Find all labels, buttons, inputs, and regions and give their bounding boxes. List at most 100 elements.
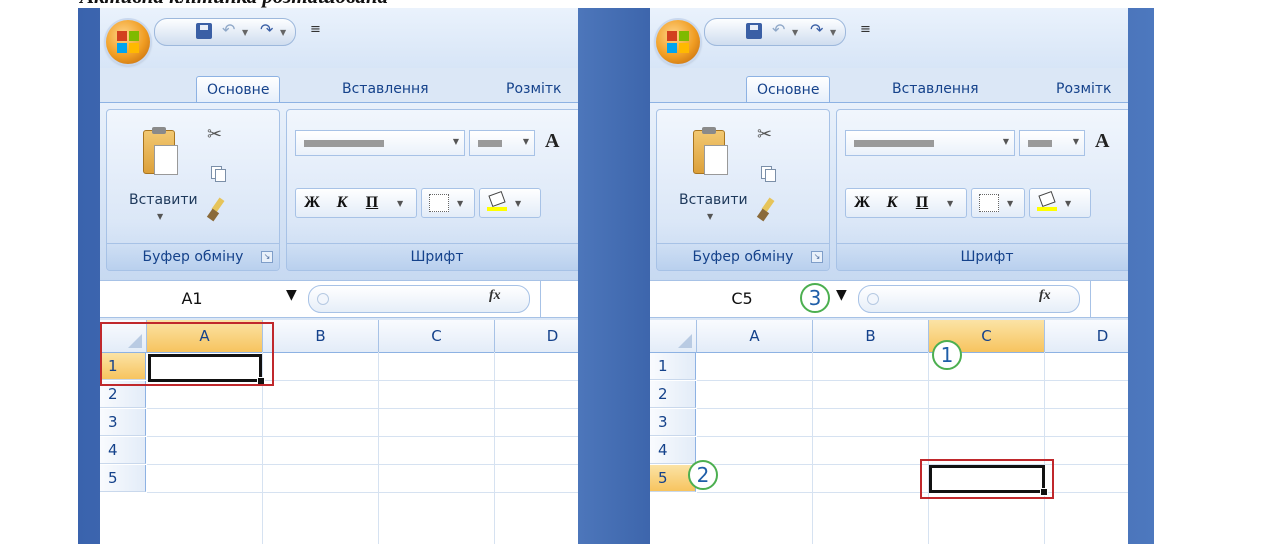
select-all-button[interactable]: [650, 320, 697, 353]
borders-dropdown-icon[interactable]: ▼: [1007, 199, 1013, 208]
callout-1: 1: [932, 340, 962, 370]
font-size-combo[interactable]: ▼: [1019, 130, 1085, 156]
copy-icon[interactable]: [211, 166, 226, 182]
row-header-5[interactable]: 5: [100, 465, 146, 492]
formula-bar: C5 3 ▼ fx: [650, 280, 1128, 318]
fill-color-dropdown-icon[interactable]: ▼: [515, 199, 521, 208]
formula-input[interactable]: fx: [858, 285, 1080, 313]
borders-icon[interactable]: [979, 194, 999, 212]
clipboard-group: Вставити ▼ ✂ Буфер обміну ↘: [106, 109, 280, 271]
underline-dropdown-icon[interactable]: ▼: [947, 199, 953, 208]
underline-button[interactable]: П: [359, 190, 385, 216]
tab-insert[interactable]: Вставлення: [882, 76, 989, 102]
bold-button[interactable]: Ж: [849, 190, 875, 216]
save-icon[interactable]: [746, 23, 762, 39]
font-size-combo[interactable]: ▼: [469, 130, 535, 156]
font-name-combo[interactable]: ▼: [845, 130, 1015, 156]
fill-color-icon[interactable]: [487, 190, 507, 211]
insert-function-icon[interactable]: fx: [489, 288, 501, 304]
redo-dropdown-icon[interactable]: ▼: [280, 28, 286, 37]
tab-home[interactable]: Основне: [196, 76, 281, 103]
redo-icon[interactable]: ↷: [260, 20, 273, 39]
paste-dropdown-icon[interactable]: ▼: [707, 212, 713, 221]
column-header-b[interactable]: B: [813, 320, 929, 353]
formula-input[interactable]: fx: [308, 285, 530, 313]
column-header-b[interactable]: B: [263, 320, 379, 353]
worksheet-grid: A B C D 1 2 3 4 5: [100, 320, 578, 544]
insert-function-icon[interactable]: fx: [1039, 288, 1051, 304]
ribbon-tabs: Основне Вставлення Розмітк: [100, 68, 578, 103]
tab-page-layout[interactable]: Розмітк: [496, 76, 572, 102]
borders-icon[interactable]: [429, 194, 449, 212]
column-header-a[interactable]: A: [697, 320, 813, 353]
copy-icon[interactable]: [761, 166, 776, 182]
row-header-4[interactable]: 4: [100, 437, 146, 464]
row-header-3[interactable]: 3: [100, 409, 146, 436]
font-group: ▼ ▼ A Ж К П ▼ ▼ ▼ Шрифт: [286, 109, 578, 271]
worksheet-grid: A B C D 1 2 3 4 5 1 2: [650, 320, 1128, 544]
row-header-1[interactable]: 1: [650, 353, 696, 380]
underline-dropdown-icon[interactable]: ▼: [397, 199, 403, 208]
grow-font-button[interactable]: A: [1095, 130, 1109, 153]
office-button[interactable]: [656, 20, 700, 64]
expand-handle-icon[interactable]: [867, 293, 879, 305]
name-box[interactable]: A1: [112, 287, 272, 311]
undo-dropdown-icon[interactable]: ▼: [242, 28, 248, 37]
bold-button[interactable]: Ж: [299, 190, 325, 216]
column-header-c[interactable]: C: [379, 320, 495, 353]
callout-3: 3: [800, 283, 830, 313]
office-button[interactable]: [106, 20, 150, 64]
tab-home[interactable]: Основне: [746, 76, 831, 103]
paste-button-label[interactable]: Вставити: [129, 192, 198, 208]
paste-icon[interactable]: [693, 127, 728, 175]
undo-icon[interactable]: ↶: [772, 20, 785, 39]
column-header-d[interactable]: D: [1045, 320, 1128, 353]
grow-font-button[interactable]: A: [545, 130, 559, 153]
ribbon-tabs: Основне Вставлення Розмітк: [650, 68, 1128, 103]
row-header-3[interactable]: 3: [650, 409, 696, 436]
redo-icon[interactable]: ↷: [810, 20, 823, 39]
tab-page-layout[interactable]: Розмітк: [1046, 76, 1122, 102]
clipboard-group: Вставити ▼ ✂ Буфер обміну ↘: [656, 109, 830, 271]
customize-qat-icon[interactable]: ≡: [860, 22, 871, 37]
undo-dropdown-icon[interactable]: ▼: [792, 28, 798, 37]
font-name-combo[interactable]: ▼: [295, 130, 465, 156]
cut-icon[interactable]: ✂: [207, 124, 222, 145]
underline-button[interactable]: П: [909, 190, 935, 216]
paste-icon[interactable]: [143, 127, 178, 175]
save-icon[interactable]: [196, 23, 212, 39]
format-painter-icon[interactable]: [756, 197, 781, 222]
borders-dropdown-icon[interactable]: ▼: [457, 199, 463, 208]
column-header-d[interactable]: D: [495, 320, 578, 353]
row-header-2[interactable]: 2: [650, 381, 696, 408]
office-logo-icon: [117, 31, 139, 53]
paste-dropdown-icon[interactable]: ▼: [157, 212, 163, 221]
paste-button-label[interactable]: Вставити: [679, 192, 748, 208]
name-box-dropdown-icon[interactable]: ▼: [286, 287, 297, 303]
highlight-box-c5: [920, 459, 1054, 499]
ribbon: Вставити ▼ ✂ Буфер обміну ↘ ▼ ▼ A Ж К П …: [100, 102, 578, 281]
customize-qat-icon[interactable]: ≡: [310, 22, 321, 37]
fill-color-dropdown-icon[interactable]: ▼: [1065, 199, 1071, 208]
highlight-box-a1: [100, 322, 274, 386]
expand-handle-icon[interactable]: [317, 293, 329, 305]
font-group: ▼ ▼ A Ж К П ▼ ▼ ▼ Шрифт: [836, 109, 1128, 271]
title-bar: ↶ ▼ ↷ ▼ ≡: [650, 8, 1128, 68]
clipboard-group-label: Буфер обміну: [107, 243, 279, 270]
redo-dropdown-icon[interactable]: ▼: [830, 28, 836, 37]
name-box[interactable]: C5: [662, 287, 822, 311]
undo-icon[interactable]: ↶: [222, 20, 235, 39]
italic-button[interactable]: К: [329, 190, 355, 216]
name-box-dropdown-icon[interactable]: ▼: [836, 287, 847, 303]
italic-button[interactable]: К: [879, 190, 905, 216]
tab-insert[interactable]: Вставлення: [332, 76, 439, 102]
office-logo-icon: [667, 31, 689, 53]
formula-bar: A1 ▼ fx: [100, 280, 578, 318]
row-header-4[interactable]: 4: [650, 437, 696, 464]
excel-window-right: ↶ ▼ ↷ ▼ ≡ Основне Вставлення Розмітк Вст…: [650, 8, 1128, 544]
clipboard-launcher-icon[interactable]: ↘: [261, 251, 273, 263]
format-painter-icon[interactable]: [206, 197, 231, 222]
clipboard-launcher-icon[interactable]: ↘: [811, 251, 823, 263]
fill-color-icon[interactable]: [1037, 190, 1057, 211]
cut-icon[interactable]: ✂: [757, 124, 772, 145]
